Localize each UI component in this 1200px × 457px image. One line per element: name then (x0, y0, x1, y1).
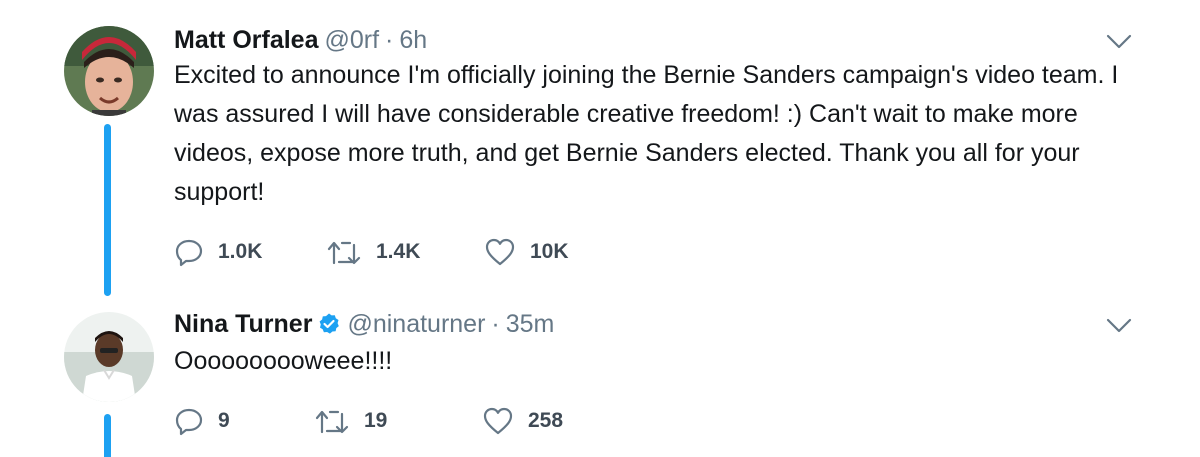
timestamp[interactable]: 6h (399, 26, 427, 55)
tweet-text: Oooooooooweee!!!! (174, 347, 393, 375)
reply-count: 9 (218, 409, 230, 432)
retweet-icon (315, 410, 349, 434)
verified-badge-icon (320, 313, 340, 334)
display-name[interactable]: Nina Turner (174, 310, 312, 339)
user-handle[interactable]: @0rf (324, 26, 379, 55)
retweet-button[interactable]: 1.4K (326, 232, 484, 272)
tweet[interactable]: Nina Turner @ninaturner · 35m Ooooooooow… (0, 300, 1200, 457)
reply-count: 1.0K (218, 240, 263, 263)
tweet-header: Matt Orfalea @0rf · 6h (174, 24, 427, 56)
retweet-count: 1.4K (376, 240, 421, 263)
retweet-icon (327, 241, 361, 265)
like-count: 10K (530, 240, 569, 263)
timestamp[interactable]: 35m (506, 310, 555, 339)
thread-line (104, 414, 111, 457)
tweet-text: Excited to announce I'm officially joini… (174, 61, 1119, 206)
thread-line (104, 124, 111, 296)
reply-icon (175, 239, 203, 267)
tweet-actions: 9 19 258 (174, 401, 622, 441)
tweet-actions: 1.0K 1.4K 10K (174, 232, 624, 272)
like-icon (485, 238, 515, 266)
separator: · (491, 309, 500, 338)
chevron-down-icon[interactable] (1106, 318, 1132, 334)
tweet[interactable]: Matt Orfalea @0rf · 6h Excited to announ… (0, 0, 1200, 300)
reply-button[interactable]: 9 (174, 401, 314, 441)
retweet-button[interactable]: 19 (314, 401, 482, 441)
reply-icon (175, 408, 203, 436)
display-name[interactable]: Matt Orfalea (174, 26, 318, 55)
separator: · (385, 25, 394, 54)
user-handle[interactable]: @ninaturner (347, 310, 485, 339)
like-icon (483, 407, 513, 435)
like-button[interactable]: 258 (482, 401, 622, 441)
chevron-down-icon[interactable] (1106, 34, 1132, 50)
reply-button[interactable]: 1.0K (174, 232, 326, 272)
retweet-count: 19 (364, 409, 388, 432)
like-button[interactable]: 10K (484, 232, 624, 272)
like-count: 258 (528, 409, 564, 432)
tweet-header: Nina Turner @ninaturner · 35m (174, 308, 554, 340)
avatar[interactable] (64, 312, 154, 402)
avatar[interactable] (64, 26, 154, 116)
